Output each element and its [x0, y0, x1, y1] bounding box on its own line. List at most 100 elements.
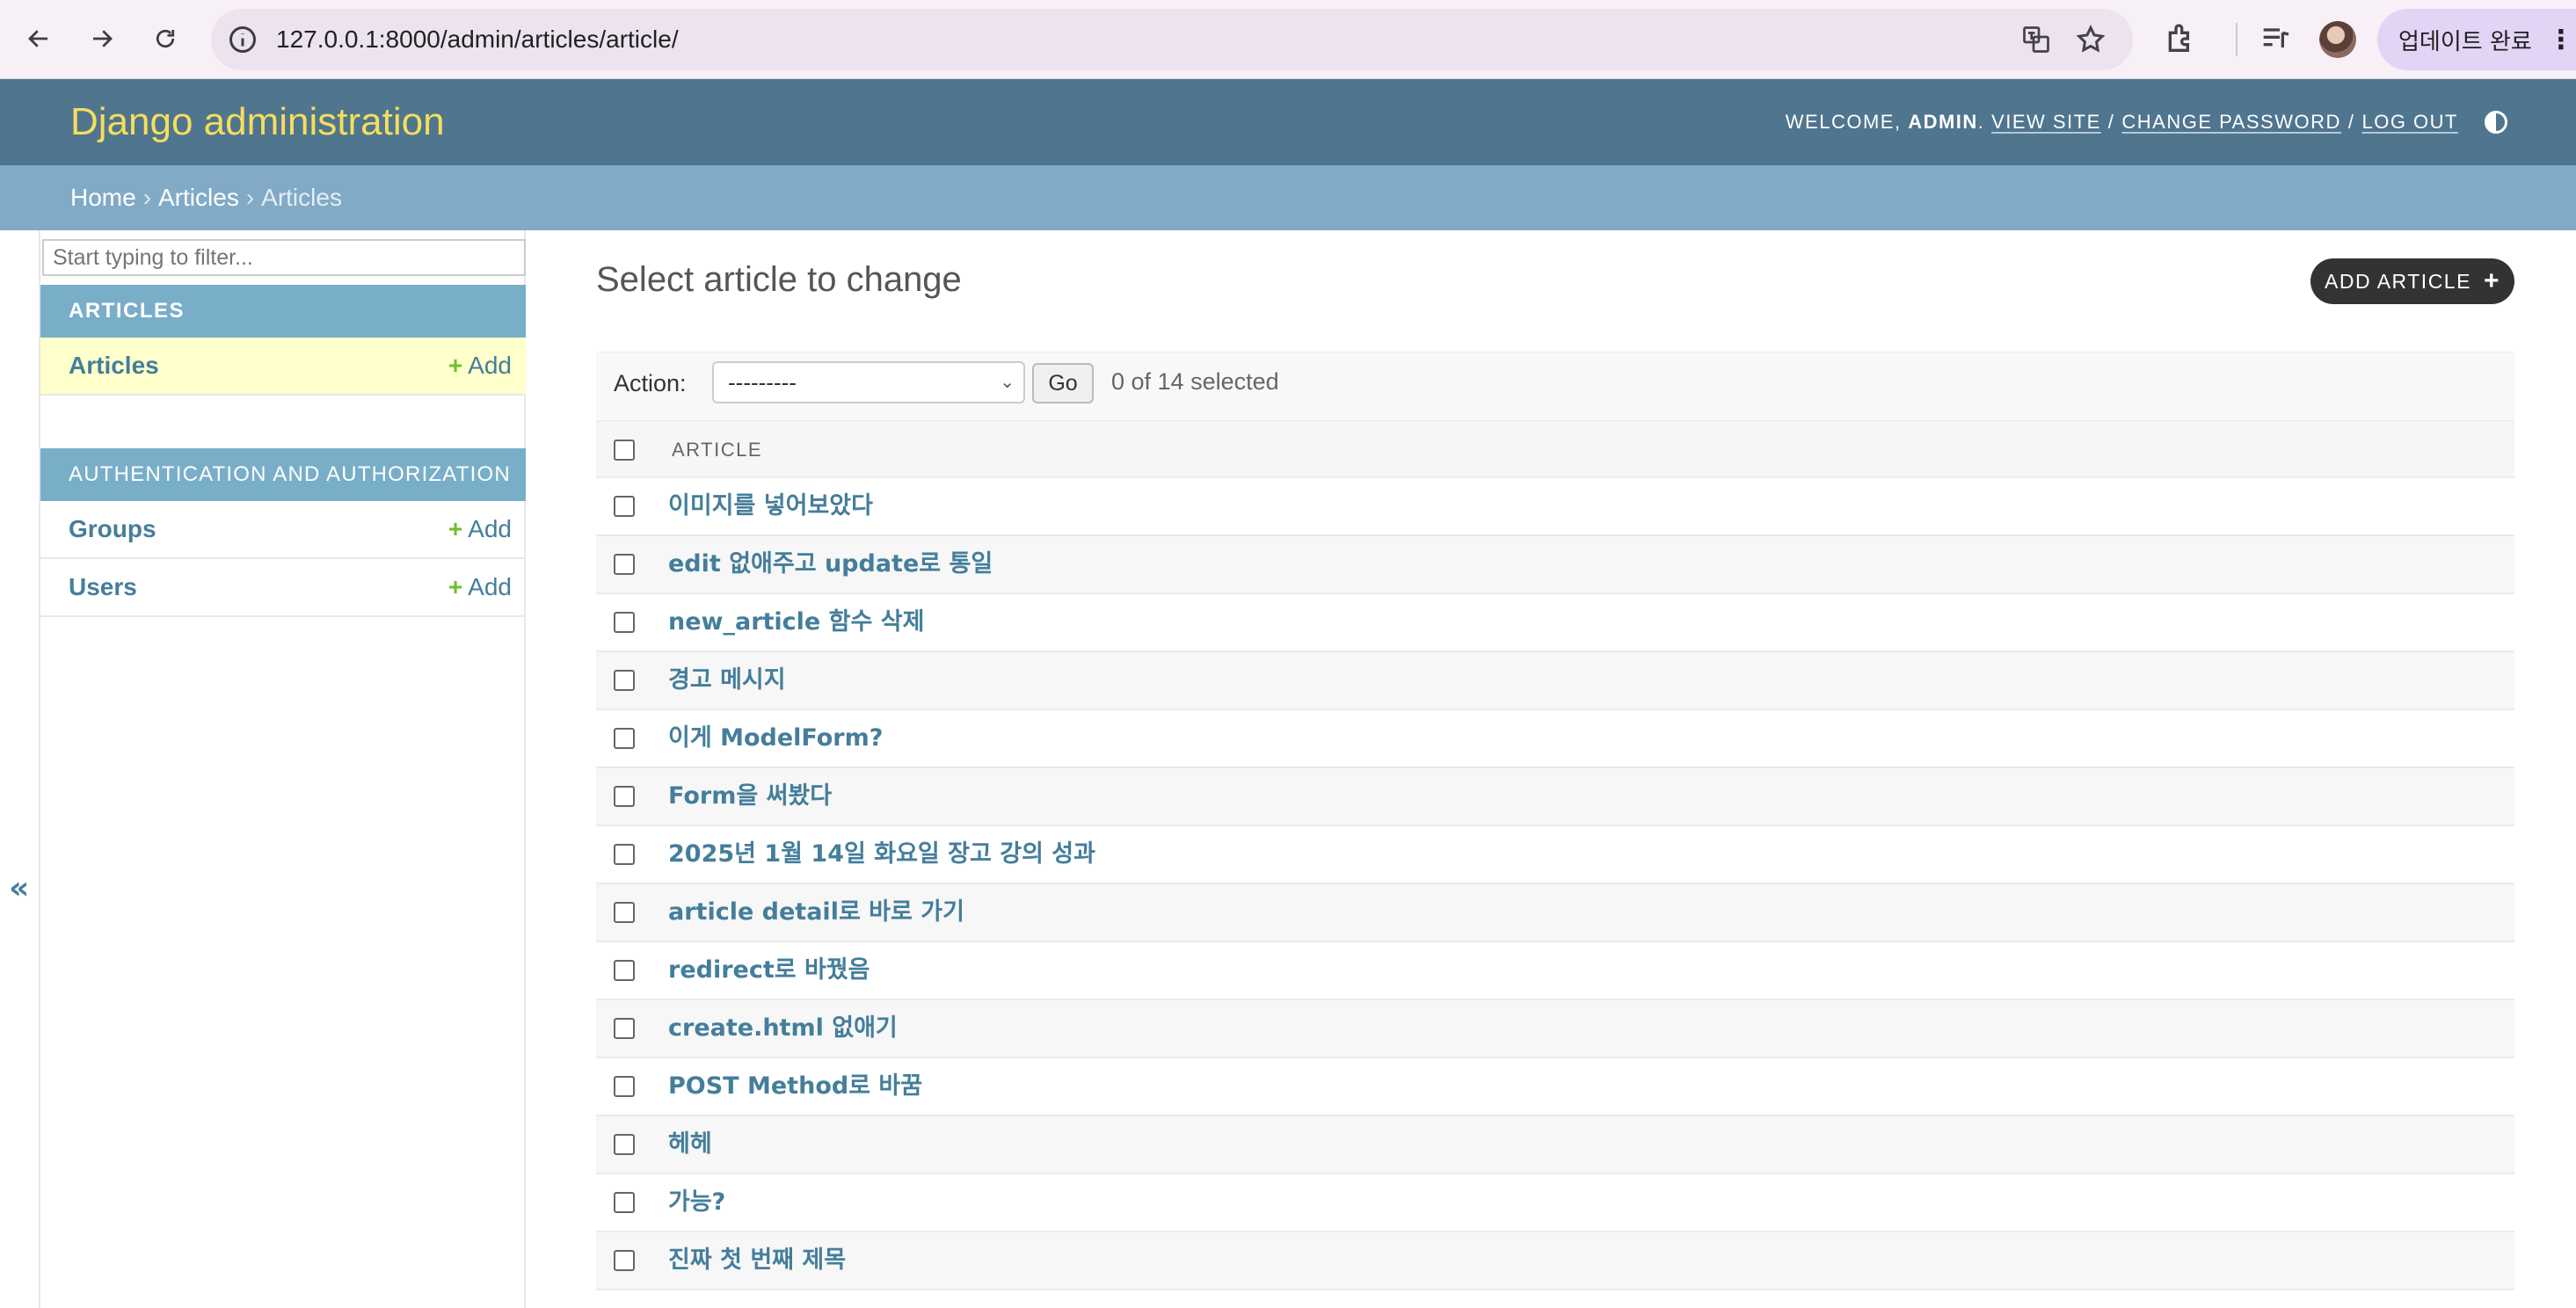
row-checkbox[interactable] [614, 960, 635, 981]
update-button-label: 업데이트 완료 [2398, 28, 2532, 55]
article-link[interactable]: 이미지를 넣어보았다 [668, 478, 873, 534]
log-out-link[interactable]: LOG OUT [2361, 111, 2458, 134]
reload-icon[interactable] [144, 18, 186, 60]
sidebar-item-label[interactable]: Groups [69, 501, 156, 557]
breadcrumb-home[interactable]: Home [70, 184, 136, 211]
action-select-value: --------- [728, 369, 797, 396]
plus-icon: + [2483, 266, 2500, 295]
url-text[interactable]: 127.0.0.1:8000/admin/articles/article/ [276, 9, 679, 70]
table-row: redirect로 바꿨음 [596, 942, 2514, 1000]
article-link[interactable]: new_article 함수 삭제 [668, 594, 924, 650]
module-header-auth[interactable]: AUTHENTICATION AND AUTHORIZATION [40, 448, 526, 501]
translate-icon[interactable] [2020, 24, 2052, 55]
row-checkbox[interactable] [614, 1250, 635, 1271]
table-row: edit 없애주고 update로 통일 [596, 536, 2514, 594]
article-link[interactable]: 가능? [668, 1174, 725, 1231]
row-checkbox[interactable] [614, 1192, 635, 1213]
sidebar-item-groups[interactable]: Groups + Add [40, 501, 526, 559]
forward-icon[interactable] [81, 18, 123, 60]
bookmark-star-icon[interactable] [2075, 24, 2107, 55]
table-row: Form을 써봤다 [596, 768, 2514, 826]
add-icon: + [448, 573, 463, 600]
sidebar-item-articles[interactable]: Articles + Add [40, 338, 526, 396]
separator: / [2347, 111, 2355, 133]
sidebar-item-label[interactable]: Users [69, 559, 137, 615]
view-site-link[interactable]: VIEW SITE [1991, 111, 2101, 134]
row-checkbox[interactable] [614, 1018, 635, 1039]
user-tools: WELCOME, ADMIN. VIEW SITE / CHANGE PASSW… [1786, 79, 2507, 165]
media-queue-icon[interactable] [2258, 21, 2293, 56]
table-row: 2025년 1월 14일 화요일 장고 강의 성과 [596, 826, 2514, 884]
row-checkbox[interactable] [614, 902, 635, 923]
nav-sidebar: ARTICLES Articles +Add AUTHENTICATION AN… [39, 230, 526, 1308]
profile-avatar[interactable] [2319, 21, 2356, 58]
article-link[interactable]: 경고 메시지 [668, 652, 786, 708]
article-link[interactable]: edit 없애주고 update로 통일 [668, 536, 993, 592]
change-password-link[interactable]: CHANGE PASSWORD [2121, 111, 2340, 134]
add-article-button[interactable]: ADD ARTICLE + [2310, 258, 2514, 304]
table-row: 진짜 첫 번째 제목 [596, 1232, 2514, 1290]
article-link[interactable]: 이게 ModelForm? [668, 710, 883, 767]
article-link[interactable]: 2025년 1월 14일 화요일 장고 강의 성과 [668, 826, 1095, 883]
page-title: Select article to change [596, 260, 962, 299]
action-label: Action: [614, 370, 687, 396]
update-button[interactable]: 업데이트 완료 ⋮ [2377, 9, 2576, 70]
menu-kebab-icon[interactable]: ⋮ [2548, 25, 2574, 55]
article-link[interactable]: 진짜 첫 번째 제목 [668, 1232, 846, 1289]
action-select[interactable]: --------- ⌄ [712, 361, 1025, 403]
table-row: POST Method로 바꿈 [596, 1058, 2514, 1116]
row-checkbox[interactable] [614, 844, 635, 865]
row-checkbox[interactable] [614, 1134, 635, 1155]
sidebar-item-label[interactable]: Articles [69, 338, 159, 394]
add-icon: + [448, 515, 463, 542]
sidebar-item-users[interactable]: Users + Add [40, 559, 526, 617]
site-info-icon[interactable] [227, 24, 258, 55]
article-link[interactable]: Form을 써봤다 [668, 768, 832, 825]
row-checkbox[interactable] [614, 496, 635, 517]
module-header-articles[interactable]: ARTICLES [40, 285, 526, 338]
result-list: ARTICLE 이미지를 넣어보았다 edit 없애주고 update로 통일 ne… [596, 420, 2514, 1290]
nav-filter-input[interactable] [42, 239, 526, 276]
back-icon[interactable] [18, 18, 60, 60]
row-checkbox[interactable] [614, 670, 635, 691]
row-checkbox[interactable] [614, 786, 635, 807]
site-branding[interactable]: Django administration [70, 79, 445, 165]
breadcrumb: Home › Articles › Articles [0, 165, 2576, 230]
add-article-label: ADD ARTICLE [2325, 269, 2471, 293]
table-row: 이미지를 넣어보았다 [596, 478, 2514, 536]
row-checkbox[interactable] [614, 612, 635, 633]
go-button[interactable]: Go [1032, 363, 1094, 403]
actions-bar: Action: --------- ⌄ Go 0 of 14 selected [596, 352, 2514, 420]
add-groups-link[interactable]: + Add [448, 501, 512, 557]
article-link[interactable]: 헤헤 [668, 1116, 712, 1173]
table-row: 헤헤 [596, 1116, 2514, 1174]
table-row: 경고 메시지 [596, 652, 2514, 710]
article-link[interactable]: POST Method로 바꿈 [668, 1058, 922, 1115]
table-row: create.html 없애기 [596, 1000, 2514, 1058]
separator: / [2107, 111, 2115, 133]
add-users-link[interactable]: + Add [448, 559, 512, 615]
selection-counter: 0 of 14 selected [1111, 368, 1279, 395]
column-header-article[interactable]: ARTICLE [672, 422, 762, 478]
table-row: new_article 함수 삭제 [596, 594, 2514, 652]
article-link[interactable]: article detail로 바로 가기 [668, 884, 964, 941]
row-checkbox[interactable] [614, 1076, 635, 1097]
add-articles-link[interactable]: + Add [448, 338, 512, 394]
breadcrumb-current: Articles [261, 184, 342, 211]
breadcrumb-articles-app[interactable]: Articles [158, 184, 239, 211]
address-bar[interactable]: 127.0.0.1:8000/admin/articles/article/ [211, 9, 2133, 70]
username: ADMIN [1908, 111, 1978, 133]
table-row: 가능? [596, 1174, 2514, 1232]
sidebar-collapse-button[interactable]: « [9, 870, 29, 906]
article-link[interactable]: redirect로 바꿨음 [668, 942, 870, 999]
extensions-icon[interactable] [2163, 21, 2198, 56]
row-checkbox[interactable] [614, 728, 635, 749]
row-checkbox[interactable] [614, 554, 635, 575]
theme-toggle-icon[interactable] [2485, 111, 2507, 134]
admin-header: Django administration WELCOME, ADMIN. VI… [0, 79, 2576, 165]
select-all-checkbox[interactable] [614, 440, 635, 461]
table-row: 이게 ModelForm? [596, 710, 2514, 768]
browser-toolbar: 127.0.0.1:8000/admin/articles/article/ 업… [0, 0, 2576, 79]
article-link[interactable]: create.html 없애기 [668, 1000, 898, 1057]
table-row: article detail로 바로 가기 [596, 884, 2514, 942]
